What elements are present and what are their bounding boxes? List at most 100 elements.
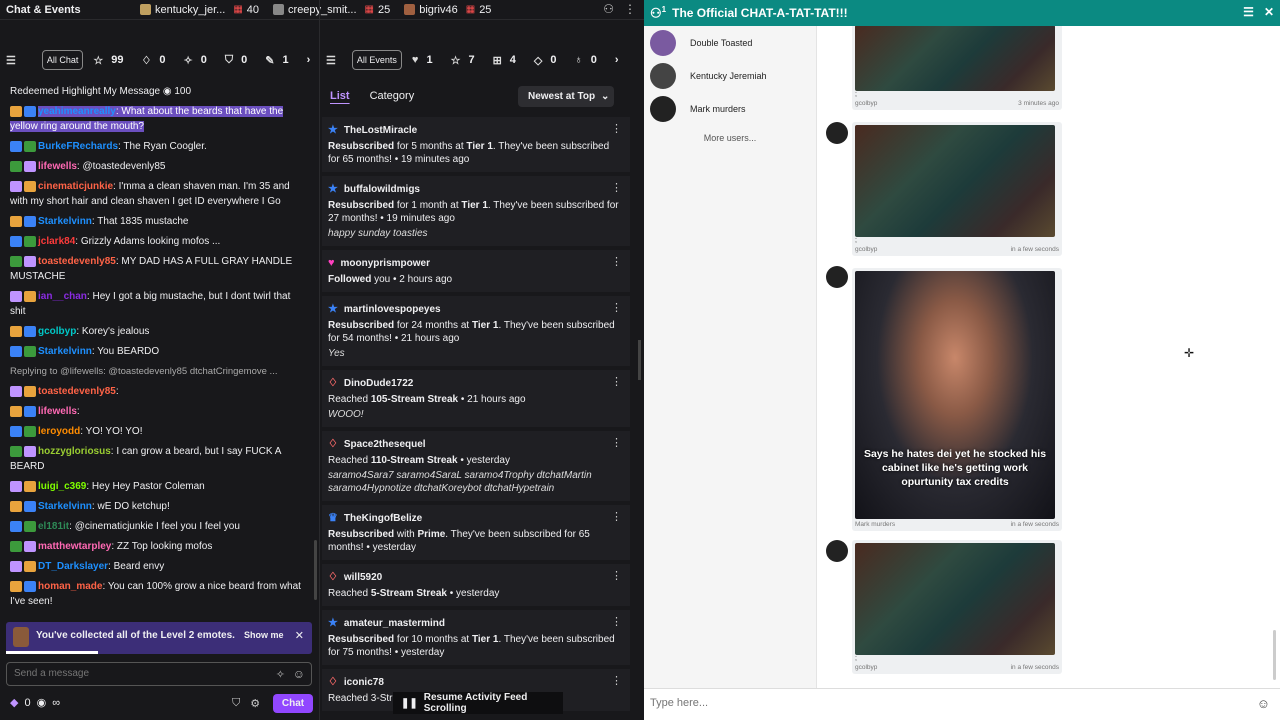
image-post[interactable]: Says he hates dei yet he stocked his cab… (852, 268, 1062, 531)
event-card[interactable]: ♛ TheKingofBelize ⋮ Resubscribed with Prime… (322, 505, 630, 560)
more-options-icon[interactable]: ⋮ (611, 256, 622, 269)
menu-icon[interactable]: ☰ (6, 54, 24, 67)
event-username[interactable]: amateur_mastermind (344, 617, 445, 630)
chat-username[interactable]: toastedevenly85 (38, 256, 116, 267)
emoji-icon[interactable]: ☺ (1257, 696, 1270, 711)
send-message-input[interactable] (7, 663, 257, 684)
all-events-button[interactable]: All Events (351, 50, 402, 70)
tab-category[interactable]: Category (370, 90, 415, 102)
bits-icon[interactable]: ◆ (10, 696, 18, 709)
poster-avatar[interactable] (826, 122, 848, 144)
events-scroll-right-icon[interactable]: › (615, 54, 619, 66)
event-card[interactable]: ♥ moonyprismpower ⋮ Followed you • 2 hours … (322, 250, 630, 292)
chat-username[interactable]: luigi_c369 (38, 481, 86, 492)
filter-mod[interactable]: ⛉ 0 (225, 54, 247, 67)
sort-dropdown[interactable]: Newest at Top ⌄ (518, 86, 614, 107)
shield-icon[interactable]: ⛉ (232, 697, 240, 710)
event-username[interactable]: TheLostMiracle (344, 124, 417, 137)
post-image[interactable] (855, 543, 1055, 655)
event-card[interactable]: ★ TheLostMiracle ⋮ Resubscribed for 5 month… (322, 117, 630, 172)
chat-username[interactable]: matthewtarpley (38, 541, 111, 552)
more-options-icon[interactable]: ⋮ (611, 123, 622, 136)
channel-points-icon[interactable]: ◉ (37, 696, 47, 709)
filter-edit[interactable]: ✎ 1 (265, 54, 288, 67)
more-options-icon[interactable]: ⋮ (611, 616, 622, 629)
chat-username[interactable]: BurkeFRechards (38, 141, 118, 152)
chat-username[interactable]: ian__chan (38, 291, 87, 302)
chat-message[interactable]: ian__chan: Hey I got a big mustache, but… (10, 289, 308, 319)
chat-message[interactable]: luigi_c369: Hey Hey Pastor Coleman (10, 479, 308, 494)
image-post[interactable]: ; gcolbyp in a few seconds (852, 122, 1062, 256)
chat-username[interactable]: Starkelvinn (38, 346, 92, 357)
close-icon[interactable]: ✕ (295, 629, 304, 642)
image-post[interactable]: ; gcolbyp in a few seconds (852, 540, 1062, 674)
more-options-icon[interactable]: ⋮ (611, 437, 622, 450)
chat-message[interactable]: yeahimeanreally: What about the beards t… (10, 104, 308, 134)
chat-message[interactable]: Starkelvinn: That 1835 mustache (10, 214, 308, 229)
more-options-icon[interactable]: ⋮ (624, 2, 636, 16)
event-username[interactable]: DinoDude1722 (344, 377, 413, 390)
resize-handle[interactable] (638, 340, 641, 380)
chat-username[interactable]: lifewells (38, 406, 77, 417)
events-menu-icon[interactable]: ☰ (326, 54, 344, 67)
chat-username[interactable]: el181it (38, 521, 69, 532)
event-username[interactable]: will5920 (344, 571, 382, 584)
chat-message[interactable]: homan_made: You can 100% grow a nice bea… (10, 579, 308, 609)
filter-subs[interactable]: ☆ 7 (451, 54, 475, 67)
gifter-item[interactable]: kentucky_jer... ▦ 40 (140, 4, 259, 16)
event-card[interactable]: ★ buffalowildmigs ⋮ Resubscribed for 1 mont… (322, 176, 630, 246)
event-username[interactable]: buffalowildmigs (344, 183, 420, 196)
chat-button[interactable]: Chat (273, 694, 313, 713)
user-item[interactable]: Kentucky Jeremiah (644, 59, 816, 92)
filter-raids[interactable]: ♁ 0 (575, 54, 597, 66)
event-username[interactable]: Space2thesequel (344, 438, 426, 451)
menu-icon[interactable]: ☰ (1243, 5, 1254, 19)
filter-cheers[interactable]: ◇ 0 (534, 54, 557, 67)
filter-follows[interactable]: ♥ 1 (412, 54, 433, 66)
type-here-input[interactable] (644, 689, 1224, 717)
chat-message[interactable]: Starkelvinn: You BEARDO (10, 344, 308, 359)
event-card[interactable]: ♢ DinoDude1722 ⋮ Reached 105-Stream Streak … (322, 370, 630, 427)
chat-message[interactable]: matthewtarpley: ZZ Top looking mofos (10, 539, 308, 554)
user-item[interactable]: Double Toasted (644, 26, 816, 59)
event-username[interactable]: martinlovespopeyes (344, 303, 441, 316)
image-post[interactable]: ; gcolbyp 3 minutes ago (852, 26, 1062, 110)
emote-picker-icon[interactable]: ☺ (293, 667, 305, 681)
chat-username[interactable]: hozzygloriosus (38, 446, 111, 457)
more-options-icon[interactable]: ⋮ (611, 376, 622, 389)
show-me-button[interactable]: Show me (244, 630, 284, 640)
chat-username[interactable]: Starkelvinn (38, 501, 92, 512)
tab-list[interactable]: List (330, 90, 350, 102)
chat-message[interactable]: cinematicjunkie: I'mma a clean shaven ma… (10, 179, 308, 209)
user-settings-icon[interactable]: ⚇ (603, 2, 614, 16)
chat-message[interactable]: leroyodd: YO! YO! YO! (10, 424, 308, 439)
event-username[interactable]: iconic78 (344, 676, 384, 689)
chat-username[interactable]: toastedevenly85 (38, 386, 116, 397)
all-chat-button[interactable]: All Chat (41, 50, 84, 70)
more-options-icon[interactable]: ⋮ (611, 570, 622, 583)
gear-icon[interactable]: ⚙ (250, 697, 260, 710)
chat-scrollbar[interactable] (314, 540, 317, 600)
more-options-icon[interactable]: ⋮ (611, 302, 622, 315)
resume-scrolling-button[interactable]: ❚❚ Resume Activity Feed Scrolling (393, 692, 563, 714)
close-icon[interactable]: ✕ (1264, 5, 1274, 19)
event-username[interactable]: moonyprismpower (341, 257, 430, 270)
chat-message[interactable]: el181it: @cinematicjunkie I feel you I f… (10, 519, 308, 534)
more-options-icon[interactable]: ⋮ (611, 511, 622, 524)
post-image[interactable] (855, 125, 1055, 237)
post-image[interactable] (855, 26, 1055, 91)
filter-gifts[interactable]: ⊞ 4 (493, 54, 516, 67)
event-card[interactable]: ♢ Space2thesequel ⋮ Reached 110-Stream Stre… (322, 431, 630, 501)
event-card[interactable]: ★ martinlovespopeyes ⋮ Resubscribed for 24 … (322, 296, 630, 366)
magic-icon[interactable]: ✧ (276, 668, 285, 681)
chat-message[interactable]: hozzygloriosus: I can grow a beard, but … (10, 444, 308, 474)
post-image[interactable]: Says he hates dei yet he stocked his cab… (855, 271, 1055, 519)
chat-message[interactable]: lifewells: @toastedevenly85 (10, 159, 308, 174)
chat-username[interactable]: lifewells (38, 161, 77, 172)
chat-username[interactable]: cinematicjunkie (38, 181, 113, 192)
more-users-link[interactable]: More users... (644, 133, 816, 143)
event-username[interactable]: TheKingofBelize (344, 512, 422, 525)
chat-message[interactable]: gcolbyp: Korey's jealous (10, 324, 308, 339)
chat-username[interactable]: yeahimeanreally (38, 106, 116, 117)
chat-message[interactable]: lifewells: (10, 404, 308, 419)
